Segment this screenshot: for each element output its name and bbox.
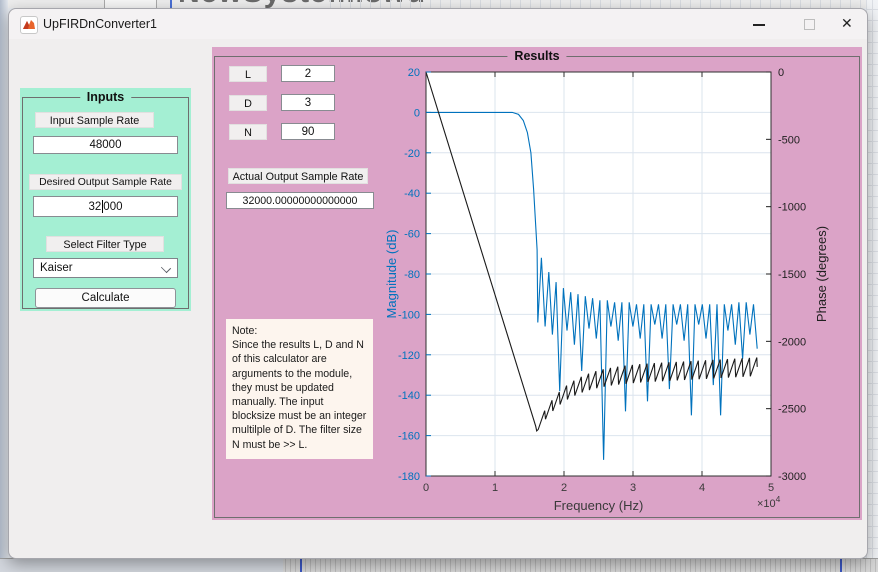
right-tick-label: -500 (778, 134, 800, 146)
left-tick-label: -160 (398, 431, 420, 443)
x-tick-label: 5 (768, 482, 774, 494)
left-tick-label: -180 (398, 471, 420, 483)
right-tick-label: -2500 (778, 404, 806, 416)
filter-type-dropdown[interactable]: Kaiser (33, 258, 178, 278)
left-tick-label: -140 (398, 390, 420, 402)
left-tick-label: 0 (414, 107, 420, 119)
minimize-icon (753, 24, 765, 26)
window-title: UpFIRDnConverter1 (43, 17, 157, 31)
filter-type-value: Kaiser (40, 262, 73, 274)
left-tick-label: -100 (398, 309, 420, 321)
calculate-button[interactable]: Calculate (35, 288, 176, 308)
ruler-marker (300, 559, 302, 572)
results-panel: Results L D N Actual Output Sample Rate … (212, 47, 862, 520)
x-tick-label: 2 (561, 482, 567, 494)
right-tick-label: -1000 (778, 202, 806, 214)
background-divider (170, 0, 172, 8)
select-filter-type-label: Select Filter Type (46, 236, 164, 252)
right-tick-label: -3000 (778, 471, 806, 483)
close-button[interactable]: ✕ (829, 9, 869, 39)
titlebar[interactable]: UpFIRDnConverter1 ✕ (9, 9, 867, 39)
desired-output-rate-field[interactable]: 32000 (33, 196, 178, 217)
left-axis-label: Magnitude (dB) (384, 230, 399, 319)
background-canvas-grid (330, 0, 878, 8)
x-tick-label: 3 (630, 482, 636, 494)
desired-output-value-after-caret: 000 (103, 201, 122, 213)
x-tick-label: 1 (492, 482, 498, 494)
left-tick-label: -20 (404, 148, 420, 160)
x-tick-label: 0 (423, 482, 429, 494)
chevron-down-icon (161, 263, 171, 273)
app-window: UpFIRDnConverter1 ✕ Inputs Input Sample … (8, 8, 868, 559)
window-controls: ✕ (717, 9, 867, 39)
background-app-strip: 1 found NewSystem.swd (0, 0, 878, 8)
ruler-marker (840, 559, 842, 572)
desired-output-value-before-caret: 32 (89, 201, 102, 213)
results-panel-title: Results (507, 49, 566, 63)
minimize-button[interactable] (739, 9, 779, 39)
right-tick-label: 0 (778, 67, 784, 79)
right-axis-label: Phase (degrees) (814, 226, 829, 322)
close-icon: ✕ (841, 15, 853, 32)
x-axis-label: Frequency (Hz) (554, 498, 644, 513)
x-tick-label: 4 (699, 482, 705, 494)
left-tick-label: -80 (404, 269, 420, 281)
background-left-edge (0, 0, 8, 571)
right-tick-label: -2000 (778, 336, 806, 348)
right-tick-label: -1500 (778, 269, 806, 281)
input-sample-rate-label: Input Sample Rate (35, 112, 154, 128)
left-tick-label: -120 (398, 350, 420, 362)
matlab-logo-icon (20, 16, 38, 34)
maximize-icon (804, 19, 815, 30)
left-tick-label: -40 (404, 188, 420, 200)
results-plot-svg: 0 1 2 3 4 5 20 0 -20 -40 -60 -80 -100 -120 -140 -160 -18… (212, 47, 862, 520)
x-axis-multiplier: ×104 (757, 494, 781, 510)
left-tick-label: 20 (408, 67, 420, 79)
inputs-panel: Inputs Input Sample Rate Desired Output … (20, 88, 191, 311)
left-tick-label: -60 (404, 229, 420, 241)
desired-output-rate-label: Desired Output Sample Rate (29, 174, 182, 190)
ruler-blank-segment (0, 559, 283, 572)
maximize-button (789, 9, 829, 39)
background-ruler (0, 558, 878, 572)
inputs-panel-title: Inputs (80, 90, 132, 104)
input-sample-rate-field[interactable] (33, 136, 178, 154)
background-found-badge: 1 found (104, 0, 157, 8)
